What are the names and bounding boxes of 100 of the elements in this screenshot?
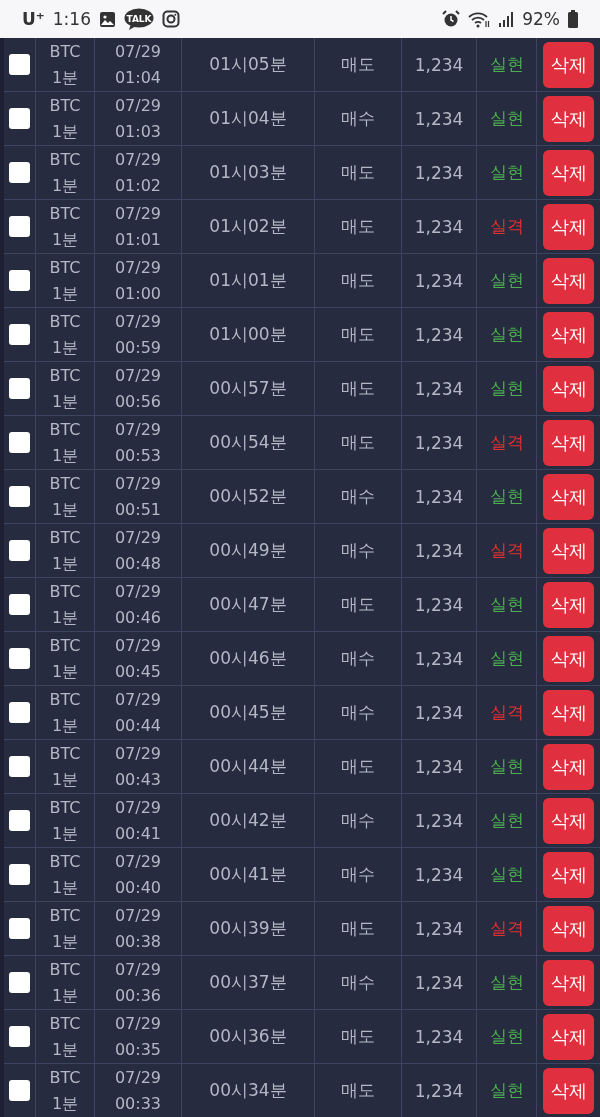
- side-cell: 매도: [341, 593, 375, 616]
- time-label: 00:40: [114, 876, 162, 899]
- row-checkbox[interactable]: [9, 864, 30, 885]
- coin-label: BTC: [49, 958, 81, 981]
- time-label: 01:01: [114, 228, 162, 251]
- delete-button[interactable]: 삭제: [543, 365, 594, 412]
- row-checkbox[interactable]: [9, 108, 30, 129]
- slot-cell: 00시34분: [209, 1079, 287, 1102]
- row-checkbox[interactable]: [9, 972, 30, 993]
- row-checkbox[interactable]: [9, 918, 30, 939]
- result-cell: 실현: [489, 971, 524, 994]
- slot-cell: 01시03분: [209, 161, 287, 184]
- delete-button[interactable]: 삭제: [543, 257, 594, 304]
- row-checkbox[interactable]: [9, 378, 30, 399]
- time-label: 00:59: [114, 336, 162, 359]
- coin-label: BTC: [49, 40, 81, 63]
- amount-cell: 1,234: [414, 1080, 464, 1101]
- amount-cell: 1,234: [414, 54, 464, 75]
- date-label: 07/29: [114, 94, 162, 117]
- coin-label: BTC: [49, 202, 81, 225]
- delete-button[interactable]: 삭제: [543, 581, 594, 628]
- slot-cell: 00시39분: [209, 917, 287, 940]
- delete-button[interactable]: 삭제: [543, 1013, 594, 1060]
- clock: 1:16: [52, 9, 91, 29]
- delete-button[interactable]: 삭제: [543, 689, 594, 736]
- row-checkbox[interactable]: [9, 648, 30, 669]
- date-label: 07/29: [114, 364, 162, 387]
- interval-label: 1분: [51, 660, 79, 683]
- side-cell: 매수: [341, 107, 375, 130]
- time-label: 00:41: [114, 822, 162, 845]
- battery-icon: [568, 10, 578, 28]
- coin-label: BTC: [49, 526, 81, 549]
- delete-button[interactable]: 삭제: [543, 797, 594, 844]
- delete-button[interactable]: 삭제: [543, 635, 594, 682]
- side-cell: 매도: [341, 377, 375, 400]
- time-label: 00:53: [114, 444, 162, 467]
- row-checkbox[interactable]: [9, 810, 30, 831]
- interval-label: 1분: [51, 1092, 79, 1115]
- result-cell: 실현: [489, 1079, 524, 1102]
- coin-label: BTC: [49, 256, 81, 279]
- coin-label: BTC: [49, 904, 81, 927]
- delete-button[interactable]: 삭제: [543, 743, 594, 790]
- delete-button[interactable]: 삭제: [543, 311, 594, 358]
- result-cell: 실현: [489, 647, 524, 670]
- slot-cell: 00시45분: [209, 701, 287, 724]
- interval-label: 1분: [51, 228, 79, 251]
- delete-button[interactable]: 삭제: [543, 149, 594, 196]
- delete-button[interactable]: 삭제: [543, 41, 594, 88]
- row-checkbox[interactable]: [9, 486, 30, 507]
- result-cell: 실현: [489, 323, 524, 346]
- coin-label: BTC: [49, 850, 81, 873]
- delete-button[interactable]: 삭제: [543, 1067, 594, 1114]
- coin-label: BTC: [49, 1066, 81, 1089]
- interval-label: 1분: [51, 120, 79, 143]
- slot-cell: 00시57분: [209, 377, 287, 400]
- row-checkbox[interactable]: [9, 1080, 30, 1101]
- delete-button[interactable]: 삭제: [543, 905, 594, 952]
- interval-label: 1분: [51, 822, 79, 845]
- interval-label: 1분: [51, 876, 79, 899]
- time-label: 01:02: [114, 174, 162, 197]
- delete-button[interactable]: 삭제: [543, 959, 594, 1006]
- row-checkbox[interactable]: [9, 54, 30, 75]
- slot-cell: 00시36분: [209, 1025, 287, 1048]
- carrier-label: U⁺: [22, 9, 45, 29]
- result-cell: 실현: [489, 485, 524, 508]
- delete-button[interactable]: 삭제: [543, 527, 594, 574]
- slot-cell: 01시05분: [209, 53, 287, 76]
- row-checkbox[interactable]: [9, 324, 30, 345]
- delete-button[interactable]: 삭제: [543, 203, 594, 250]
- delete-button[interactable]: 삭제: [543, 851, 594, 898]
- coin-label: BTC: [49, 1012, 81, 1035]
- alarm-icon: [442, 10, 461, 28]
- amount-cell: 1,234: [414, 918, 464, 939]
- row-checkbox[interactable]: [9, 216, 30, 237]
- side-cell: 매도: [341, 1025, 375, 1048]
- slot-cell: 00시41분: [209, 863, 287, 886]
- row-checkbox[interactable]: [9, 702, 30, 723]
- camera-icon: [161, 10, 180, 28]
- date-label: 07/29: [114, 850, 162, 873]
- time-label: 00:44: [114, 714, 162, 737]
- slot-cell: 01시04분: [209, 107, 287, 130]
- amount-cell: 1,234: [414, 648, 464, 669]
- amount-cell: 1,234: [414, 108, 464, 129]
- row-checkbox[interactable]: [9, 270, 30, 291]
- row-checkbox[interactable]: [9, 162, 30, 183]
- result-cell: 실현: [489, 377, 524, 400]
- row-checkbox[interactable]: [9, 594, 30, 615]
- date-label: 07/29: [114, 256, 162, 279]
- date-label: 07/29: [114, 148, 162, 171]
- row-checkbox[interactable]: [9, 756, 30, 777]
- date-label: 07/29: [114, 958, 162, 981]
- delete-button[interactable]: 삭제: [543, 473, 594, 520]
- row-checkbox[interactable]: [9, 1026, 30, 1047]
- side-cell: 매수: [341, 863, 375, 886]
- side-cell: 매도: [341, 917, 375, 940]
- row-checkbox[interactable]: [9, 540, 30, 561]
- gallery-icon: [98, 10, 116, 28]
- delete-button[interactable]: 삭제: [543, 419, 594, 466]
- delete-button[interactable]: 삭제: [543, 95, 594, 142]
- row-checkbox[interactable]: [9, 432, 30, 453]
